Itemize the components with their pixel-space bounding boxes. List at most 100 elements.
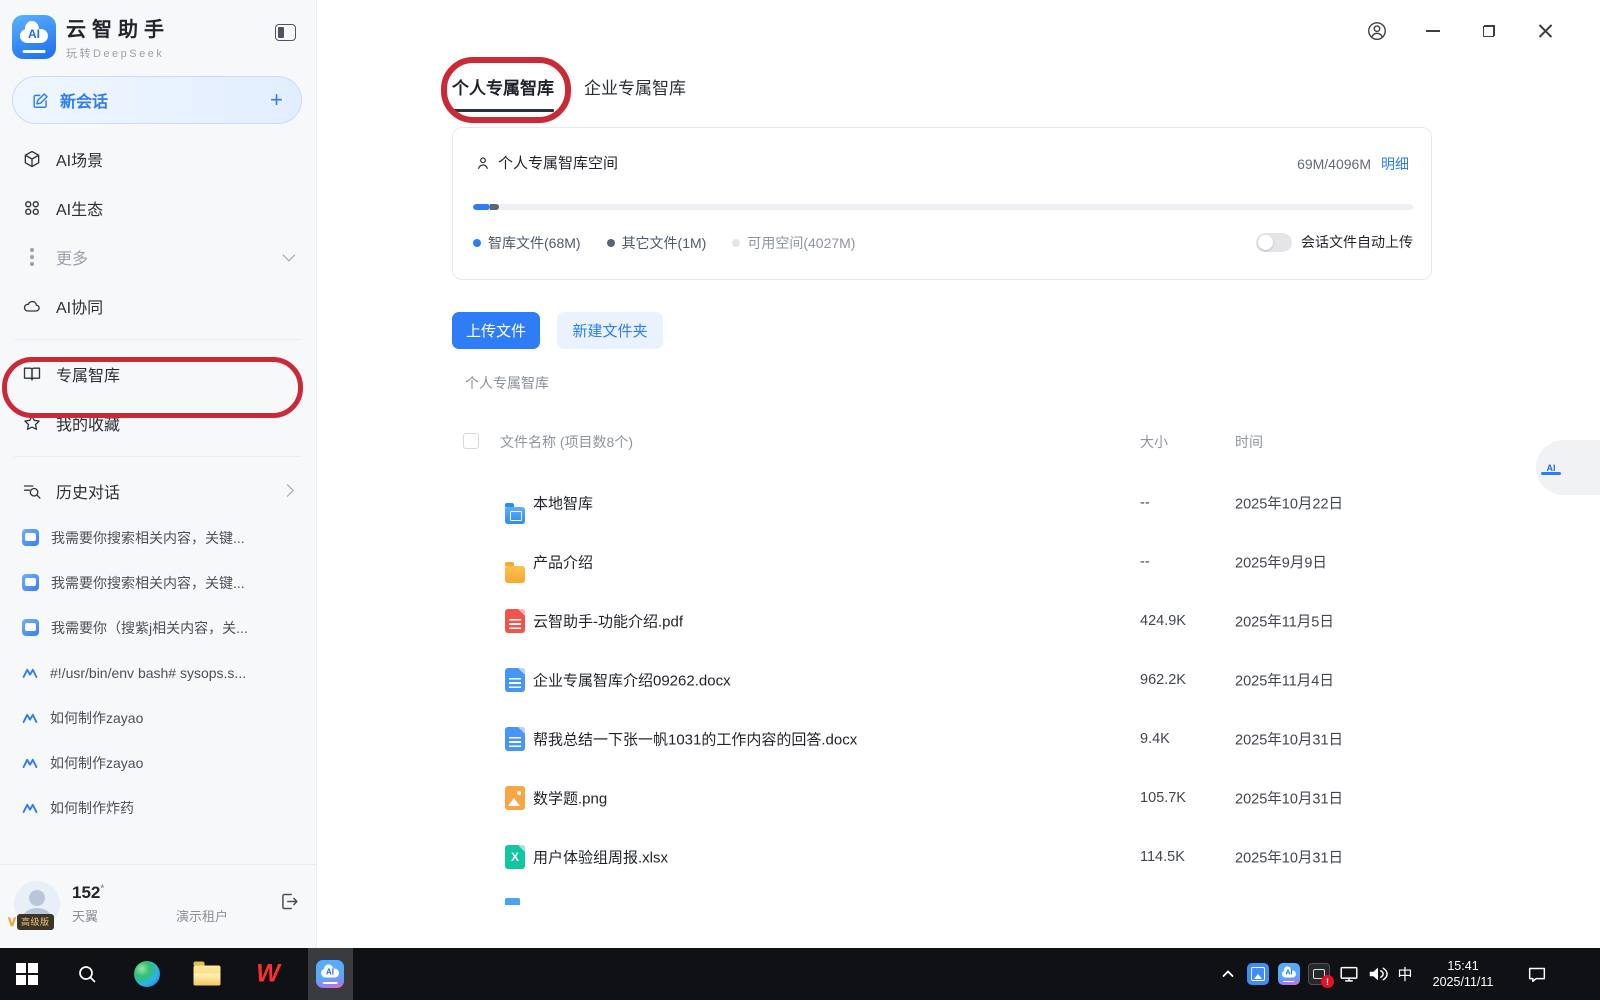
tray-volume-button[interactable] xyxy=(1366,963,1390,985)
tray-assistant-app[interactable]: AI xyxy=(1278,963,1300,985)
tray-photos-app[interactable] xyxy=(1247,963,1269,985)
user-meta: 152* 天翼 演示租户 xyxy=(72,883,228,925)
user-area[interactable]: V 高级版 152* 天翼 演示租户 xyxy=(0,864,316,948)
new-chat-button[interactable]: 新会话 + xyxy=(12,76,302,124)
select-all-checkbox[interactable] xyxy=(463,433,479,449)
chat-icon xyxy=(22,619,39,636)
taskbar-wps-button[interactable]: W xyxy=(256,959,280,989)
history-item-label: 我需要你搜索相关内容，关键... xyxy=(51,529,245,546)
user-name: 152* xyxy=(72,882,105,902)
chevron-right-icon xyxy=(281,484,294,497)
plus-icon[interactable]: + xyxy=(270,89,283,111)
history-item[interactable]: 如何制作炸药 xyxy=(12,785,302,830)
table-row[interactable]: 帮我总结一下张一帆1031的工作内容的回答.docx 9.4K 2025年10月… xyxy=(452,709,1434,768)
file-time: 2025年10月31日 xyxy=(1235,850,1344,866)
history-item[interactable]: 如何制作zayao xyxy=(12,695,302,740)
history-item[interactable]: 如何制作zayao xyxy=(12,740,302,785)
sidebar-item-favorites[interactable]: 我的收藏 xyxy=(12,398,302,447)
sidebar-collapse-icon[interactable] xyxy=(275,24,296,41)
minimize-button[interactable] xyxy=(1420,18,1446,44)
history-item[interactable]: 我需要你搜索相关内容，关键... xyxy=(12,560,302,605)
file-explorer-icon xyxy=(193,961,221,986)
table-row[interactable]: 本地智库 -- 2025年10月22日 xyxy=(452,473,1434,532)
restore-button[interactable] xyxy=(1476,18,1502,44)
sidebar-item-ai-ecosystem[interactable]: AI生态 xyxy=(12,183,302,232)
history-search-icon xyxy=(23,484,41,499)
sidebar-item-history[interactable]: 历史对话 xyxy=(12,466,302,515)
user-org: 天翼 演示租户 xyxy=(72,908,229,924)
tab-enterprise-kb[interactable]: 企业专属智库 xyxy=(584,74,686,112)
history-item-label: 如何制作zayao xyxy=(50,709,144,726)
storage-card: 个人专属智库空间 69M/4096M 明细 智库文件(68M) 其它文件(1M) … xyxy=(452,127,1432,280)
clock-time: 15:41 xyxy=(1447,958,1479,973)
table-rows: 本地智库 -- 2025年10月22日 产品介绍 -- 2025年9月9日 云智… xyxy=(452,473,1434,886)
sidebar-item-label: AI生态 xyxy=(56,201,104,219)
app-logo-icon: AI xyxy=(12,15,56,59)
history-item[interactable]: 我需要你（搜紫j相关内容，关... xyxy=(12,605,302,650)
tray-network-button[interactable] xyxy=(1338,963,1360,985)
taskbar-assistant-button[interactable]: AI xyxy=(316,960,344,988)
logout-icon[interactable] xyxy=(279,891,300,917)
tab-personal-kb[interactable]: 个人专属智库 xyxy=(452,74,554,112)
sidebar-item-ai-collab[interactable]: AI协同 xyxy=(12,281,302,330)
breadcrumb[interactable]: 个人专属智库 xyxy=(465,373,549,393)
table-row[interactable]: 云智助手-功能介绍.pdf 424.9K 2025年11月5日 xyxy=(452,591,1434,650)
sidebar-item-label: 专属智库 xyxy=(56,367,121,385)
assistant-floating-button[interactable]: AI xyxy=(1536,440,1600,495)
display-network-icon xyxy=(1340,966,1358,982)
table-row[interactable]: 数学题.png 105.7K 2025年10月31日 xyxy=(452,768,1434,827)
file-size: 424.9K xyxy=(1140,612,1186,629)
sidebar-item-knowledge-base[interactable]: 专属智库 xyxy=(12,349,302,398)
legend-free-space: 可用空间(4027M) xyxy=(732,233,855,253)
wps-icon: W xyxy=(256,959,280,988)
progress-used xyxy=(473,204,490,210)
file-name: 帮我总结一下张一帆1031的工作内容的回答.docx xyxy=(533,731,858,748)
detail-link[interactable]: 明细 xyxy=(1381,156,1409,172)
table-row[interactable]: 产品介绍 -- 2025年9月9日 xyxy=(452,532,1434,591)
cloud-icon xyxy=(23,300,40,312)
tray-notification-app[interactable]: ! xyxy=(1308,963,1334,988)
auto-upload-label: 会话文件自动上传 xyxy=(1301,234,1413,250)
ime-indicator[interactable]: 中 xyxy=(1397,964,1412,985)
auto-upload-toggle[interactable] xyxy=(1256,232,1292,252)
assistant-app-icon: AI xyxy=(316,960,344,988)
start-button[interactable] xyxy=(16,963,38,985)
edge-icon xyxy=(134,961,160,987)
history-item[interactable]: #!/usr/bin/env bash# sysops.s... xyxy=(12,650,302,695)
account-icon[interactable] xyxy=(1364,18,1390,44)
upload-file-button[interactable]: 上传文件 xyxy=(452,312,540,349)
sidebar-item-label: AI场景 xyxy=(56,152,104,170)
file-name: 本地智库 xyxy=(533,495,594,512)
action-center-button[interactable] xyxy=(1525,963,1549,985)
sidebar-item-more[interactable]: 更多 xyxy=(12,232,302,281)
new-folder-button[interactable]: 新建文件夹 xyxy=(557,312,663,349)
chevron-down-icon xyxy=(282,248,296,262)
avatar: V 高级版 xyxy=(8,880,60,930)
file-size: 962.2K xyxy=(1140,671,1186,688)
table-header: 文件名称 (项目数8个) 大小 时间 xyxy=(452,430,1434,458)
table-row[interactable]: 企业专属智库介绍09262.docx 962.2K 2025年11月4日 xyxy=(452,650,1434,709)
taskbar-edge-button[interactable] xyxy=(134,961,160,987)
file-name: 企业专属智库介绍09262.docx xyxy=(533,672,731,689)
sidebar-item-ai-scenes[interactable]: AI场景 xyxy=(12,134,302,183)
sidebar-item-label: AI协同 xyxy=(56,299,104,317)
tray-expand-button[interactable] xyxy=(1220,966,1236,982)
divider xyxy=(14,339,300,340)
speaker-icon xyxy=(1369,967,1388,981)
file-size: 114.5K xyxy=(1140,848,1185,865)
file-icon xyxy=(505,785,525,810)
kb-tabs: 个人专属智库 企业专属智库 xyxy=(452,74,686,112)
history-item[interactable]: 我需要你搜索相关内容，关键... xyxy=(12,515,302,560)
taskbar-clock[interactable]: 15:41 2025/11/11 xyxy=(1433,958,1494,991)
legend-kb-files: 智库文件(68M) xyxy=(473,233,581,253)
cube-icon xyxy=(24,150,40,167)
taskbar-explorer-button[interactable] xyxy=(193,961,221,986)
file-icon xyxy=(505,561,525,583)
close-button[interactable] xyxy=(1532,18,1558,44)
storage-legend: 智库文件(68M) 其它文件(1M) 可用空间(4027M) xyxy=(473,233,855,253)
comment-bubble-icon xyxy=(1528,967,1546,983)
history-item-label: 我需要你搜索相关内容，关键... xyxy=(51,574,245,591)
sidebar-item-label: 我的收藏 xyxy=(56,416,121,434)
taskbar-search-button[interactable] xyxy=(75,962,99,986)
table-row[interactable]: 用户体验组周报.xlsx 114.5K 2025年10月31日 xyxy=(452,827,1434,886)
